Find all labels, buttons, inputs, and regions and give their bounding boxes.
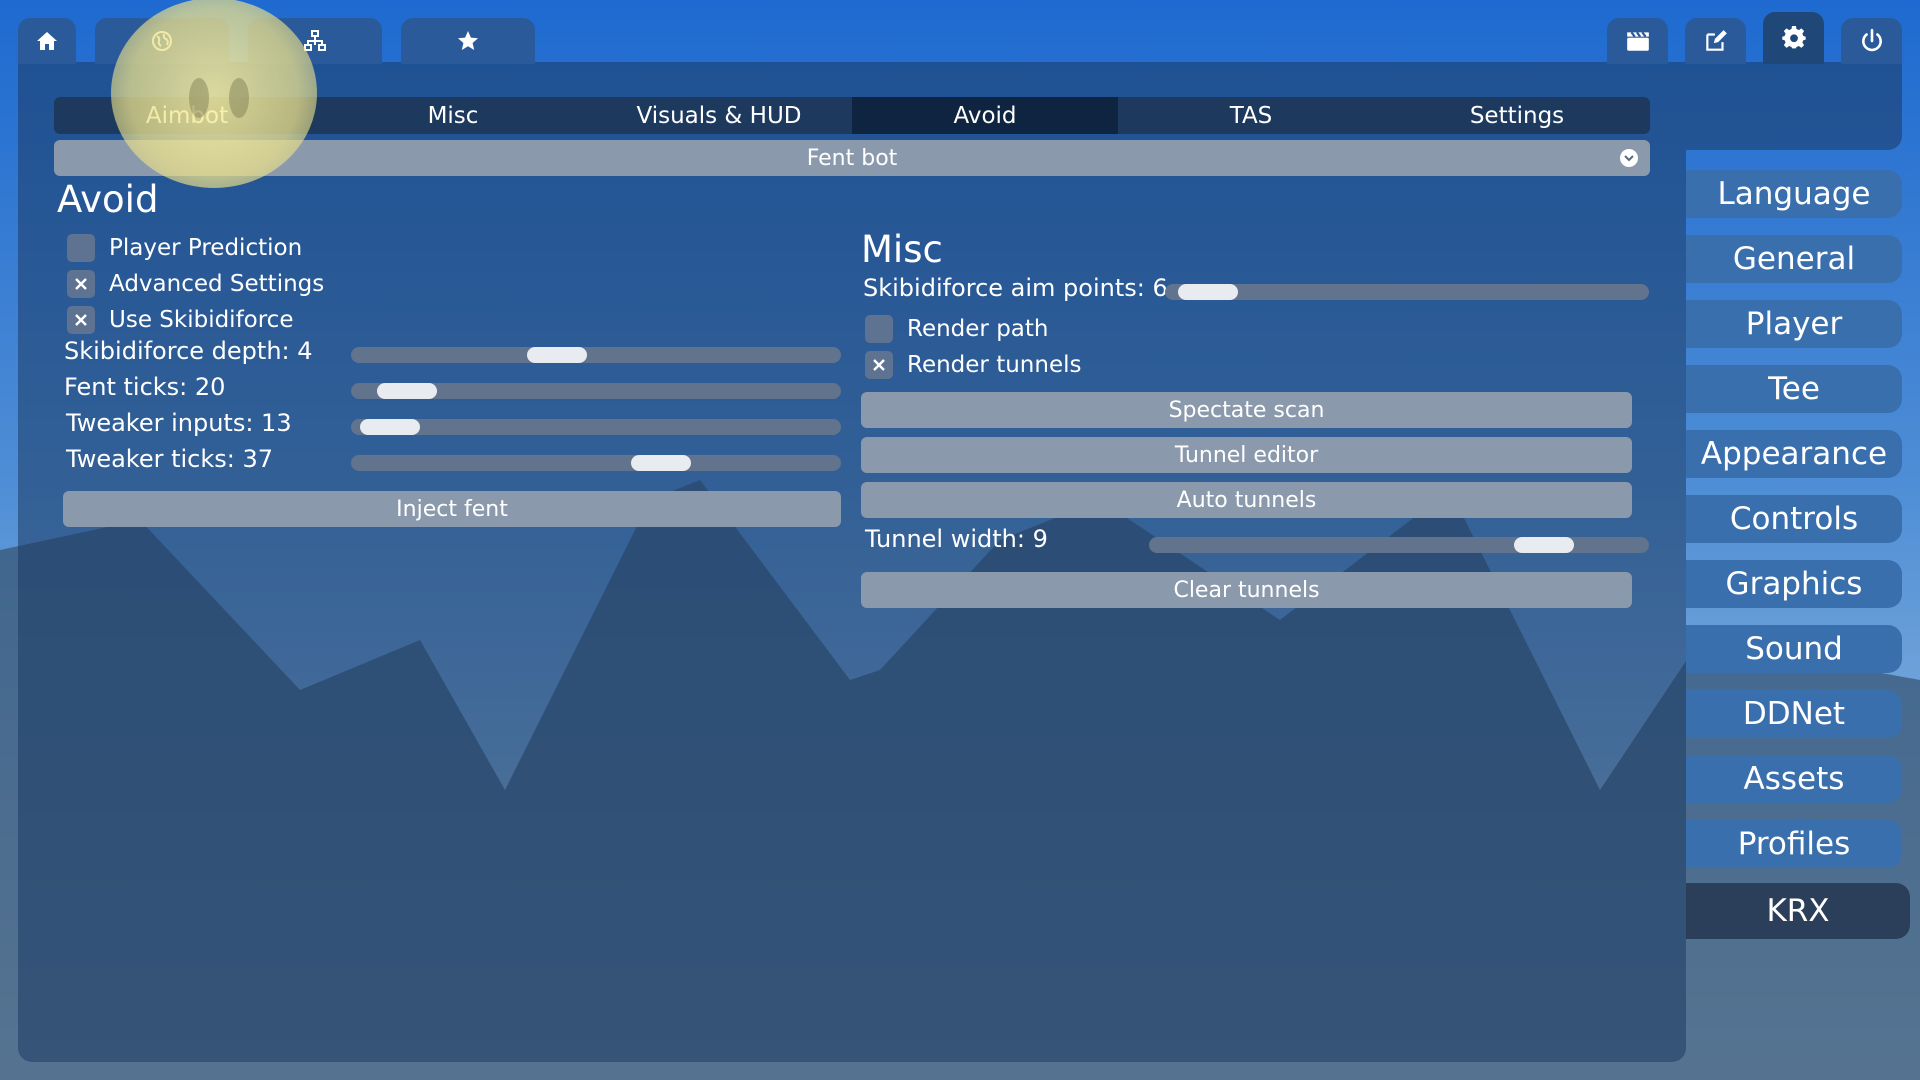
- sidebar-item-krx[interactable]: KRX: [1686, 883, 1910, 939]
- tab-tas[interactable]: TAS: [1118, 97, 1384, 134]
- render-tunnels-row[interactable]: Render tunnels: [865, 351, 1081, 379]
- sidebar-item-general[interactable]: General: [1686, 235, 1902, 283]
- sidebar-item-language[interactable]: Language: [1686, 170, 1902, 218]
- clear-tunnels-button[interactable]: Clear tunnels: [861, 572, 1632, 608]
- tab-avoid[interactable]: Avoid: [852, 97, 1118, 134]
- check-x-icon: [873, 359, 885, 371]
- profile-dropdown-value: Fent bot: [806, 145, 898, 171]
- render-tunnels-checkbox[interactable]: [865, 351, 893, 379]
- gear-icon: [1781, 25, 1806, 49]
- sidebar-item-sound[interactable]: Sound: [1686, 625, 1902, 673]
- avoid-section-title: Avoid: [57, 178, 159, 221]
- sidebar-item-ddnet[interactable]: DDNet: [1686, 690, 1902, 738]
- sidebar-item-controls[interactable]: Controls: [1686, 495, 1902, 543]
- tweaker-inputs-slider[interactable]: [351, 419, 841, 435]
- advanced-settings-checkbox[interactable]: [67, 270, 95, 298]
- power-icon: [1861, 28, 1882, 52]
- tab-settings[interactable]: Settings: [1384, 97, 1650, 134]
- slider-knob[interactable]: [377, 383, 437, 399]
- aim-points-slider[interactable]: [1165, 284, 1649, 300]
- spectate-scan-button[interactable]: Spectate scan: [861, 392, 1632, 428]
- tweaker-ticks-slider[interactable]: [351, 455, 841, 471]
- settings-panel: Aimbot Misc Visuals & HUD Avoid TAS Sett…: [18, 62, 1686, 1062]
- misc-section-title: Misc: [861, 228, 943, 271]
- auto-tunnels-button[interactable]: Auto tunnels: [861, 482, 1632, 518]
- use-skibidiforce-checkbox[interactable]: [67, 306, 95, 334]
- top-right-nav: [1607, 12, 1902, 64]
- slider-knob[interactable]: [1178, 284, 1238, 300]
- network-icon: [304, 30, 326, 51]
- render-path-row[interactable]: Render path: [865, 315, 1048, 343]
- tunnel-editor-button[interactable]: Tunnel editor: [861, 437, 1632, 473]
- player-prediction-checkbox[interactable]: [67, 234, 95, 262]
- skibidiforce-depth-slider[interactable]: [351, 347, 841, 363]
- check-x-icon: [75, 278, 87, 290]
- chevron-down-icon: [1620, 149, 1638, 167]
- use-skibidiforce-label: Use Skibidiforce: [109, 307, 294, 333]
- sidebar-item-profiles[interactable]: Profiles: [1686, 820, 1902, 868]
- sidebar-item-graphics[interactable]: Graphics: [1686, 560, 1902, 608]
- globe-icon: [152, 31, 172, 51]
- lan-button[interactable]: [248, 18, 382, 64]
- fent-ticks-slider[interactable]: [351, 383, 841, 399]
- slider-knob[interactable]: [1514, 537, 1574, 553]
- player-prediction-row[interactable]: Player Prediction: [67, 234, 302, 262]
- advanced-settings-label: Advanced Settings: [109, 271, 325, 297]
- aim-points-label: Skibidiforce aim points: 6: [863, 274, 1168, 302]
- edit-icon: [1705, 30, 1727, 51]
- tab-misc[interactable]: Misc: [320, 97, 586, 134]
- sidebar-item-player[interactable]: Player: [1686, 300, 1902, 348]
- internet-button[interactable]: [95, 18, 229, 64]
- tab-visuals-hud[interactable]: Visuals & HUD: [586, 97, 852, 134]
- slider-knob[interactable]: [631, 455, 691, 471]
- tweaker-inputs-label: Tweaker inputs: 13: [66, 409, 292, 437]
- tunnel-width-label: Tunnel width: 9: [865, 525, 1048, 553]
- skibidiforce-depth-label: Skibidiforce depth: 4: [64, 337, 313, 365]
- profile-dropdown[interactable]: Fent bot: [54, 140, 1650, 176]
- player-prediction-label: Player Prediction: [109, 235, 303, 261]
- demos-button[interactable]: [1607, 18, 1668, 64]
- tunnel-width-slider[interactable]: [1149, 537, 1649, 553]
- use-skibidiforce-row[interactable]: Use Skibidiforce: [67, 306, 293, 334]
- quit-button[interactable]: [1841, 18, 1902, 64]
- sidebar-item-assets[interactable]: Assets: [1686, 755, 1902, 803]
- top-left-nav: [18, 18, 535, 64]
- sidebar-header-bg: [1686, 62, 1902, 150]
- sidebar-item-tee[interactable]: Tee: [1686, 365, 1902, 413]
- tab-aimbot[interactable]: Aimbot: [54, 97, 320, 134]
- advanced-settings-row[interactable]: Advanced Settings: [67, 270, 324, 298]
- settings-button[interactable]: [1763, 12, 1824, 64]
- render-path-checkbox[interactable]: [865, 315, 893, 343]
- slider-knob[interactable]: [527, 347, 587, 363]
- home-button[interactable]: [18, 18, 76, 64]
- slider-knob[interactable]: [360, 419, 420, 435]
- fent-ticks-label: Fent ticks: 20: [64, 373, 226, 401]
- sidebar-item-appearance[interactable]: Appearance: [1686, 430, 1902, 478]
- star-icon: [458, 31, 478, 50]
- check-x-icon: [75, 314, 87, 326]
- home-icon: [37, 32, 57, 50]
- editor-button[interactable]: [1685, 18, 1746, 64]
- favorites-button[interactable]: [401, 18, 535, 64]
- tweaker-ticks-label: Tweaker ticks: 37: [66, 445, 274, 473]
- render-tunnels-label: Render tunnels: [907, 352, 1082, 378]
- inject-fent-button[interactable]: Inject fent: [63, 491, 841, 527]
- clapperboard-icon: [1626, 31, 1649, 51]
- render-path-label: Render path: [907, 316, 1049, 342]
- tab-bar: Aimbot Misc Visuals & HUD Avoid TAS Sett…: [54, 97, 1650, 134]
